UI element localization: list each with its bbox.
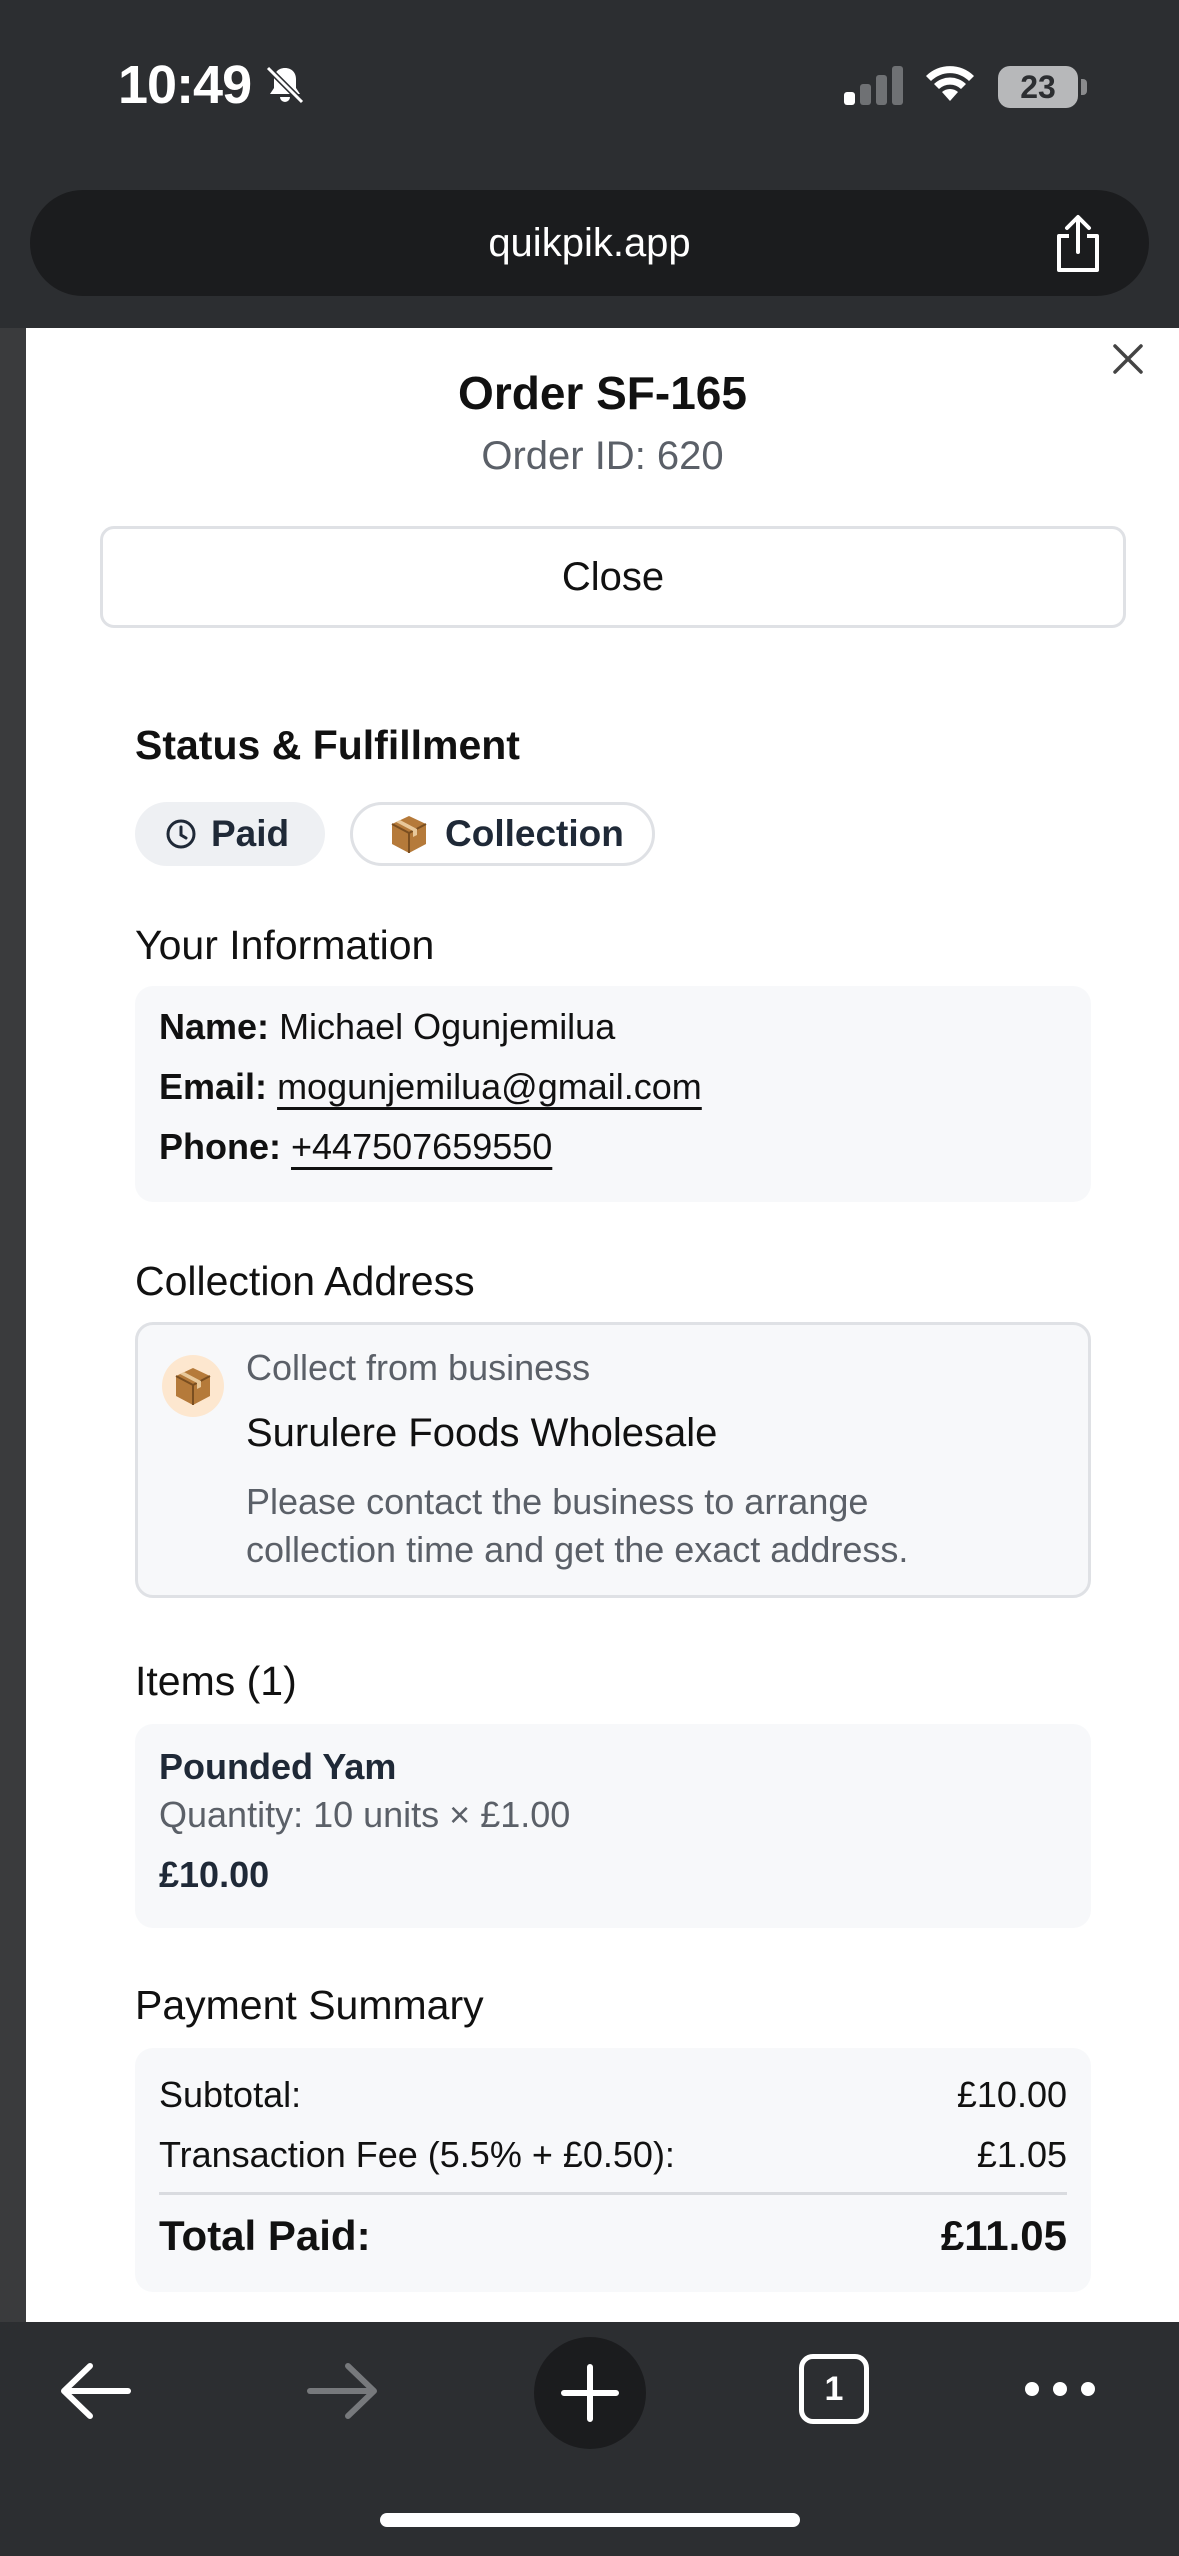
address-card: Collect from business Surulere Foods Who… xyxy=(135,1322,1091,1598)
close-button[interactable]: Close xyxy=(100,526,1126,628)
background-page-edge xyxy=(0,328,26,2322)
url-text[interactable]: quikpik.app xyxy=(30,190,1149,296)
payment-card: Subtotal: £10.00 Transaction Fee (5.5% +… xyxy=(135,2048,1091,2292)
share-icon[interactable] xyxy=(1049,214,1107,279)
list-item: Pounded Yam Quantity: 10 units × £1.00 £… xyxy=(135,1724,1091,1928)
subtotal-label: Subtotal: xyxy=(159,2074,302,2115)
status-time: 10:49 xyxy=(118,55,252,115)
subtotal-row: Subtotal: £10.00 xyxy=(159,2074,1067,2116)
payment-heading: Payment Summary xyxy=(135,1982,484,2028)
more-options-icon[interactable] xyxy=(1022,2378,1098,2405)
item-name: Pounded Yam xyxy=(159,1746,397,1787)
cellular-signal-icon xyxy=(842,66,906,111)
package-icon xyxy=(387,812,431,856)
business-name: Surulere Foods Wholesale xyxy=(246,1411,718,1455)
order-title: Order SF-165 xyxy=(458,367,747,419)
fee-value: £1.05 xyxy=(976,2134,1067,2175)
items-heading: Items (1) xyxy=(135,1658,297,1704)
subtotal-value: £10.00 xyxy=(956,2074,1067,2115)
silent-bell-icon xyxy=(262,62,308,113)
address-heading: Collection Address xyxy=(135,1258,475,1304)
name-row: Name: Michael Ogunjemilua xyxy=(159,1006,615,1048)
package-icon xyxy=(162,1355,224,1417)
total-label: Total Paid: xyxy=(159,2212,371,2259)
collection-note-line1: Please contact the business to arrange xyxy=(246,1481,869,1522)
item-price: £10.00 xyxy=(159,1854,270,1895)
customer-name: Michael Ogunjemilua xyxy=(279,1006,616,1047)
collect-from-label: Collect from business xyxy=(246,1347,591,1388)
address-bar[interactable]: quikpik.app xyxy=(30,190,1149,296)
forward-arrow-icon[interactable] xyxy=(306,2358,380,2429)
status-badge: Paid xyxy=(135,802,325,866)
wifi-icon xyxy=(922,62,978,111)
total-value: £11.05 xyxy=(940,2212,1067,2259)
total-row: Total Paid: £11.05 xyxy=(159,2212,1067,2260)
phone-link[interactable]: +447507659550 xyxy=(291,1126,552,1167)
order-id: Order ID: 620 xyxy=(481,434,724,478)
battery-cap xyxy=(1081,79,1087,95)
collection-note-line2: collection time and get the exact addres… xyxy=(246,1529,909,1570)
home-indicator[interactable] xyxy=(380,2513,800,2527)
divider xyxy=(159,2192,1067,2195)
email-row: Email: mogunjemilua@gmail.com xyxy=(159,1066,702,1108)
phone-row: Phone: +447507659550 xyxy=(159,1126,552,1168)
info-heading: Your Information xyxy=(135,922,435,968)
phone-label: Phone: xyxy=(159,1126,281,1167)
info-card: Name: Michael Ogunjemilua Email: mogunje… xyxy=(135,986,1091,1202)
fulfillment-badge-label: Collection xyxy=(445,813,624,854)
fulfillment-badge: Collection xyxy=(350,802,655,866)
name-label: Name: xyxy=(159,1006,270,1047)
clock-icon xyxy=(165,818,197,850)
email-link[interactable]: mogunjemilua@gmail.com xyxy=(277,1066,702,1107)
fee-label: Transaction Fee (5.5% + £0.50): xyxy=(159,2134,675,2175)
fee-row: Transaction Fee (5.5% + £0.50): £1.05 xyxy=(159,2134,1067,2176)
status-badge-label: Paid xyxy=(211,813,290,854)
order-modal: Order SF-165 Order ID: 620 Close Status … xyxy=(26,328,1179,2322)
plus-icon[interactable] xyxy=(560,2363,620,2428)
back-arrow-icon[interactable] xyxy=(58,2358,132,2429)
tabs-button[interactable]: 1 xyxy=(799,2354,869,2424)
battery-indicator: 23 xyxy=(998,66,1078,108)
email-label: Email: xyxy=(159,1066,268,1107)
item-quantity: Quantity: 10 units × £1.00 xyxy=(159,1794,571,1835)
status-heading: Status & Fulfillment xyxy=(135,722,520,768)
